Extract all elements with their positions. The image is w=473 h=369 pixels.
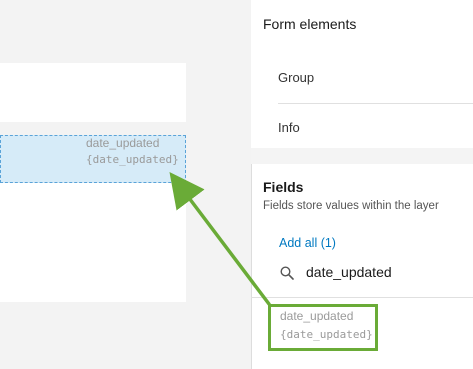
drag-arrow-annotation [169,172,271,306]
arrow-line [169,172,271,306]
